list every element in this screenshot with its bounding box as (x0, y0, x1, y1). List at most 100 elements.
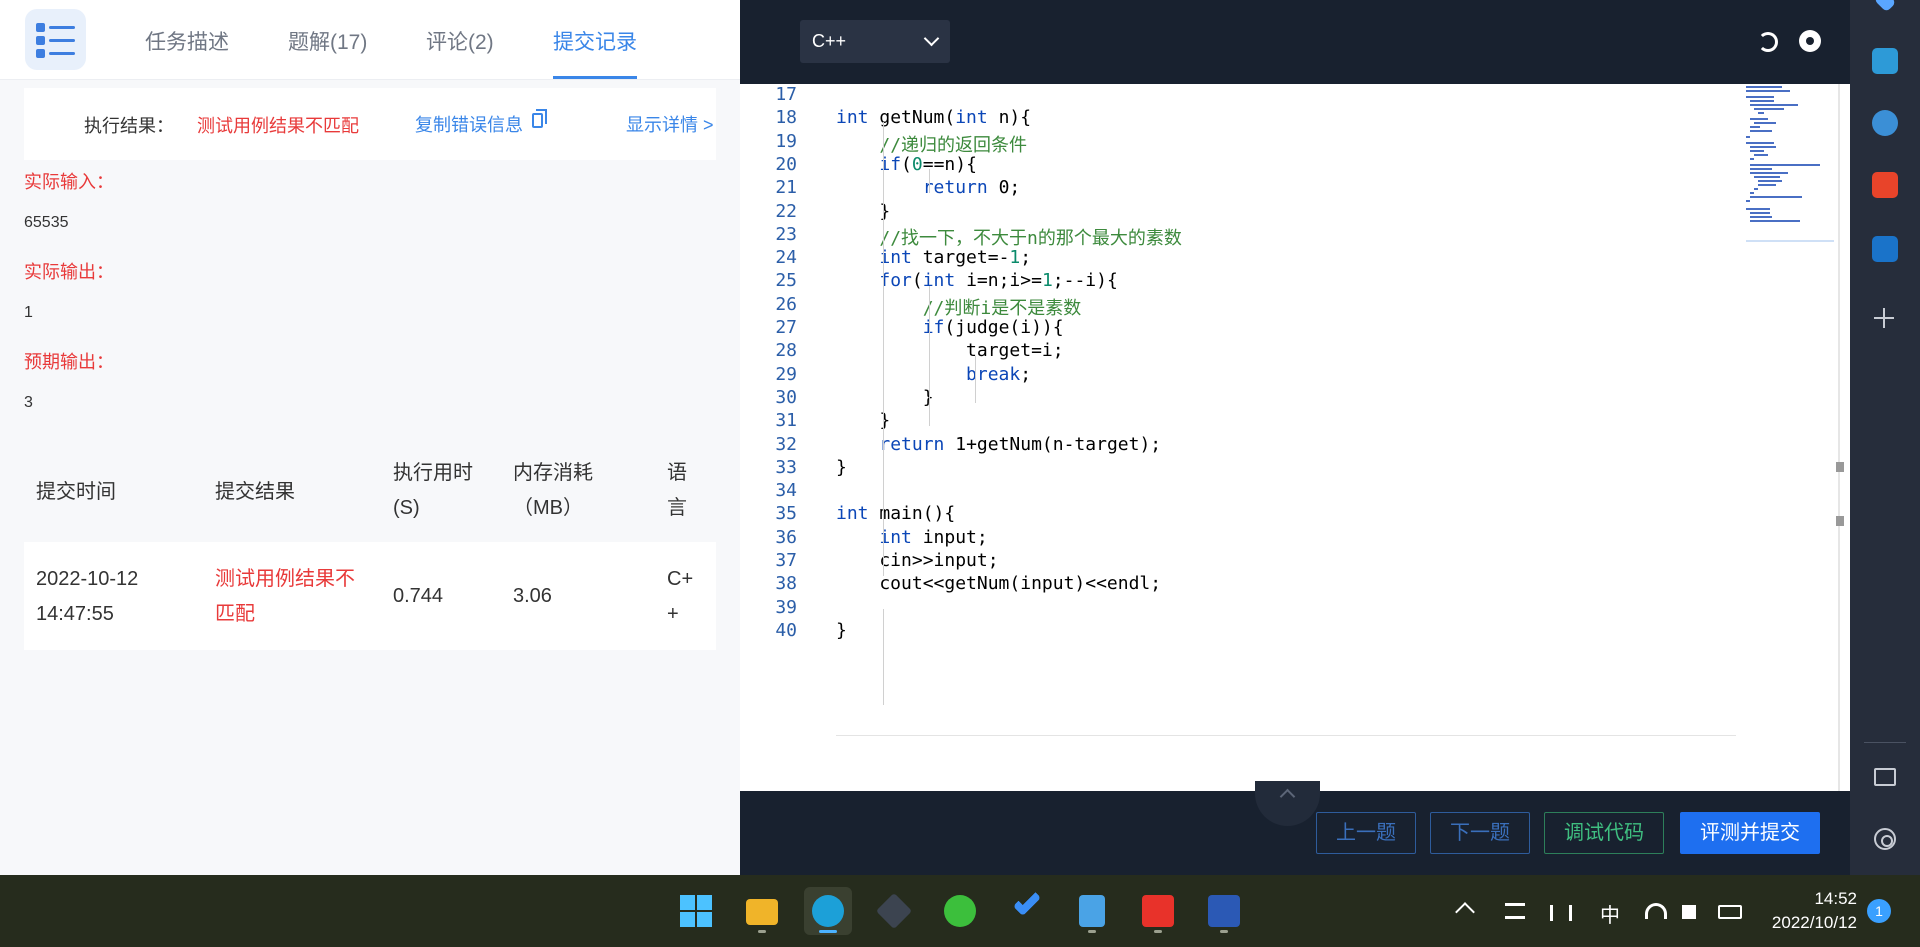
editor-toolbar: C++ (740, 0, 1850, 84)
expected-output-value: 3 (24, 394, 33, 411)
line-number: 25 (775, 270, 797, 292)
notepad-icon[interactable] (1068, 887, 1116, 935)
line-number: 21 (775, 177, 797, 199)
code-line: if(judge(i)){ (922, 317, 1064, 338)
line-number: 38 (775, 573, 797, 595)
tab-submissions[interactable]: 提交记录 (553, 26, 637, 56)
todo-icon[interactable] (1002, 887, 1050, 935)
line-number: 40 (775, 619, 797, 641)
office-icon[interactable] (1872, 172, 1898, 198)
volume-icon[interactable] (1682, 905, 1696, 919)
header-submit-result: 提交结果 (215, 481, 295, 503)
minimap[interactable] (1746, 84, 1834, 244)
line-number: 18 (775, 107, 797, 129)
line-number: 24 (775, 247, 797, 269)
menu-list-icon[interactable] (25, 9, 86, 70)
actual-input-label: 实际输入： (24, 172, 114, 192)
windows-taskbar: 中 14:52 2022/10/12 1 (0, 875, 1920, 947)
line-number: 37 (775, 550, 797, 571)
prev-problem-button[interactable]: 上一题 (1316, 812, 1416, 854)
next-problem-button[interactable]: 下一题 (1430, 812, 1530, 854)
code-line: int main(){ (836, 503, 956, 525)
tab-comments[interactable]: 评论(2) (426, 26, 494, 56)
actual-output-value: 1 (24, 304, 33, 321)
header-memory: 内存消耗 （MB） (513, 462, 593, 519)
wps-icon[interactable] (1134, 887, 1182, 935)
games-icon[interactable] (1872, 110, 1898, 136)
result-value: 测试用例结果不匹配 (197, 116, 359, 136)
line-number: 20 (775, 153, 797, 175)
editor-action-bar: 上一题 下一题 调试代码 评测并提交 (740, 781, 1850, 875)
cell-time: 2022-10-12 14:47:55 (36, 568, 139, 625)
line-number: 26 (775, 293, 797, 315)
cell-memory: 3.06 (513, 585, 552, 607)
hide-sidebar-icon[interactable] (1874, 768, 1896, 786)
code-line: } (836, 386, 934, 408)
code-line: //判断i是不是素数 (922, 297, 1082, 319)
system-clock[interactable]: 14:52 2022/10/12 (1757, 887, 1857, 935)
code-line: int getNum(int n){ (836, 107, 1032, 129)
wifi-icon[interactable] (1645, 903, 1667, 919)
show-details-link[interactable]: 显示详情 > (626, 111, 714, 137)
notification-badge[interactable]: 1 (1867, 899, 1891, 923)
scrollbar-thumb[interactable] (1836, 516, 1844, 526)
sidebar-settings-icon[interactable] (1874, 828, 1896, 850)
expand-up-icon[interactable] (1255, 781, 1320, 826)
tab-task-description[interactable]: 任务描述 (145, 26, 229, 56)
submit-button[interactable]: 评测并提交 (1680, 812, 1820, 854)
outlook-icon[interactable] (1872, 236, 1898, 262)
gear-icon[interactable] (1799, 30, 1821, 52)
line-number: 34 (775, 480, 797, 502)
expected-output-label: 预期输出： (24, 352, 114, 372)
line-number: 23 (775, 223, 797, 245)
edge-browser-icon[interactable] (804, 887, 852, 935)
clock-time: 14:52 (1814, 889, 1857, 908)
cell-language: C+ + (667, 568, 694, 625)
indent-guide (929, 169, 930, 193)
code-line: //递归的返回条件 (879, 134, 1028, 156)
add-icon[interactable] (1872, 306, 1896, 330)
problem-panel: 任务描述 题解(17) 评论(2) 提交记录 执行结果： 测试用例结果不匹配 复… (0, 0, 740, 875)
virtualbox-icon[interactable] (870, 887, 918, 935)
sidebar-divider (1864, 742, 1906, 743)
table-row[interactable]: 2022-10-12 14:47:55 测试用例结果不 匹配 0.744 3.0… (24, 542, 716, 650)
language-select[interactable]: C++ (800, 20, 950, 63)
indent-guide (929, 286, 930, 426)
result-label: 执行结果： (84, 116, 174, 136)
tab-bar: 任务描述 题解(17) 评论(2) 提交记录 (0, 0, 740, 80)
start-button[interactable] (672, 887, 720, 935)
chevron-down-icon (923, 30, 940, 47)
indent-guide (883, 609, 884, 705)
header-runtime: 执行用时 (S) (393, 462, 473, 519)
actual-output-label: 实际输出： (24, 262, 114, 282)
tab-solutions[interactable]: 题解(17) (288, 26, 367, 56)
copy-error-link[interactable]: 复制错误信息 (415, 111, 523, 137)
line-number: 29 (775, 363, 797, 385)
cell-runtime: 0.744 (393, 585, 444, 607)
vertical-scrollbar[interactable] (1838, 84, 1840, 791)
browser-sidebar (1850, 0, 1920, 875)
code-line: cout<<getNum(input)<<endl; (836, 573, 1162, 595)
copy-icon[interactable] (532, 109, 547, 128)
scrollbar-thumb[interactable] (1836, 462, 1844, 472)
line-number: 36 (775, 526, 797, 548)
line-number-gutter: 17 18 19 20 21 22 23 24 25 26 27 28 29 30 31 32 33 34 35 36… (740, 84, 802, 791)
code-line: int input; (879, 526, 988, 548)
debug-code-button[interactable]: 调试代码 (1544, 812, 1664, 854)
file-explorer-icon[interactable] (738, 887, 786, 935)
tray-m-icon[interactable] (1550, 905, 1572, 921)
cell-result: 测试用例结果不 匹配 (215, 568, 355, 625)
ie-browser-icon[interactable] (936, 887, 984, 935)
line-number: 33 (775, 456, 797, 478)
code-editor[interactable]: 17 18 19 20 21 22 23 24 25 26 27 28 29 30 31 32 33 34 35 36… (740, 84, 1850, 791)
line-number: 27 (775, 317, 797, 338)
devcpp-icon[interactable] (1200, 887, 1248, 935)
battery-icon[interactable] (1718, 905, 1742, 919)
equalizer-icon[interactable] (1505, 903, 1525, 919)
ime-indicator[interactable]: 中 (1600, 899, 1620, 928)
chevron-up-icon[interactable] (1455, 902, 1475, 922)
toolbox-icon[interactable] (1872, 48, 1898, 74)
diamond-icon[interactable] (1873, 0, 1897, 13)
refresh-icon[interactable] (1758, 32, 1778, 52)
code-line: for(int i=n;i>=1;--i){ (879, 270, 1118, 292)
